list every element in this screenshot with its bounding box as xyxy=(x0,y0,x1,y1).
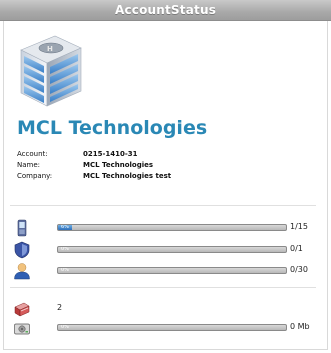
company-label: Company: xyxy=(17,172,53,180)
divider xyxy=(10,287,316,288)
account-value: 0215-1410-31 xyxy=(83,150,138,158)
phone-usage-meter: 6% 1/15 xyxy=(13,218,319,238)
phone-percent: 6% xyxy=(61,224,69,230)
name-field: Name: MCL Technologies xyxy=(17,161,153,169)
license-usage-value: 0/1 xyxy=(290,244,303,253)
building-logo-icon: H xyxy=(20,35,82,107)
name-value: MCL Technologies xyxy=(83,161,154,169)
phone-icon xyxy=(17,219,27,237)
user-progress-bar: 0% xyxy=(57,267,287,274)
license-progress-bar: 0% xyxy=(57,246,287,253)
storage-usage-value: 0 Mb xyxy=(290,322,310,331)
shield-icon xyxy=(14,241,30,259)
phone-progress-bar: 6% xyxy=(57,224,287,231)
license-percent: 0% xyxy=(61,246,69,252)
account-label: Account: xyxy=(17,150,48,158)
storage-percent: 0% xyxy=(61,324,69,330)
user-percent: 0% xyxy=(61,267,69,273)
name-label: Name: xyxy=(17,161,41,169)
company-title: MCL Technologies xyxy=(17,117,208,139)
storage-progress-bar: 0% xyxy=(57,324,287,331)
book-icon xyxy=(14,302,30,317)
user-icon xyxy=(14,263,30,280)
account-field: Account: 0215-1410-31 xyxy=(17,150,138,158)
svg-text:H: H xyxy=(47,45,53,53)
storage-usage-meter: 0% 0 Mb xyxy=(13,318,319,338)
window-title: AccountStatus xyxy=(114,3,217,17)
book-count-value: 2 xyxy=(57,303,63,312)
account-status-window: AccountStatus H MCL Technologies Account… xyxy=(0,0,331,353)
user-usage-meter: 0% 0/30 xyxy=(13,261,319,281)
company-value: MCL Technologies test xyxy=(83,172,172,180)
company-field: Company: MCL Technologies test xyxy=(17,172,171,180)
user-usage-value: 0/30 xyxy=(290,265,308,274)
title-bar: AccountStatus xyxy=(0,0,331,21)
divider xyxy=(10,205,316,206)
book-count-row: 2 xyxy=(13,299,319,319)
hard-drive-icon xyxy=(14,323,30,335)
license-usage-meter: 0% 0/1 xyxy=(13,240,319,260)
phone-usage-value: 1/15 xyxy=(290,222,308,231)
